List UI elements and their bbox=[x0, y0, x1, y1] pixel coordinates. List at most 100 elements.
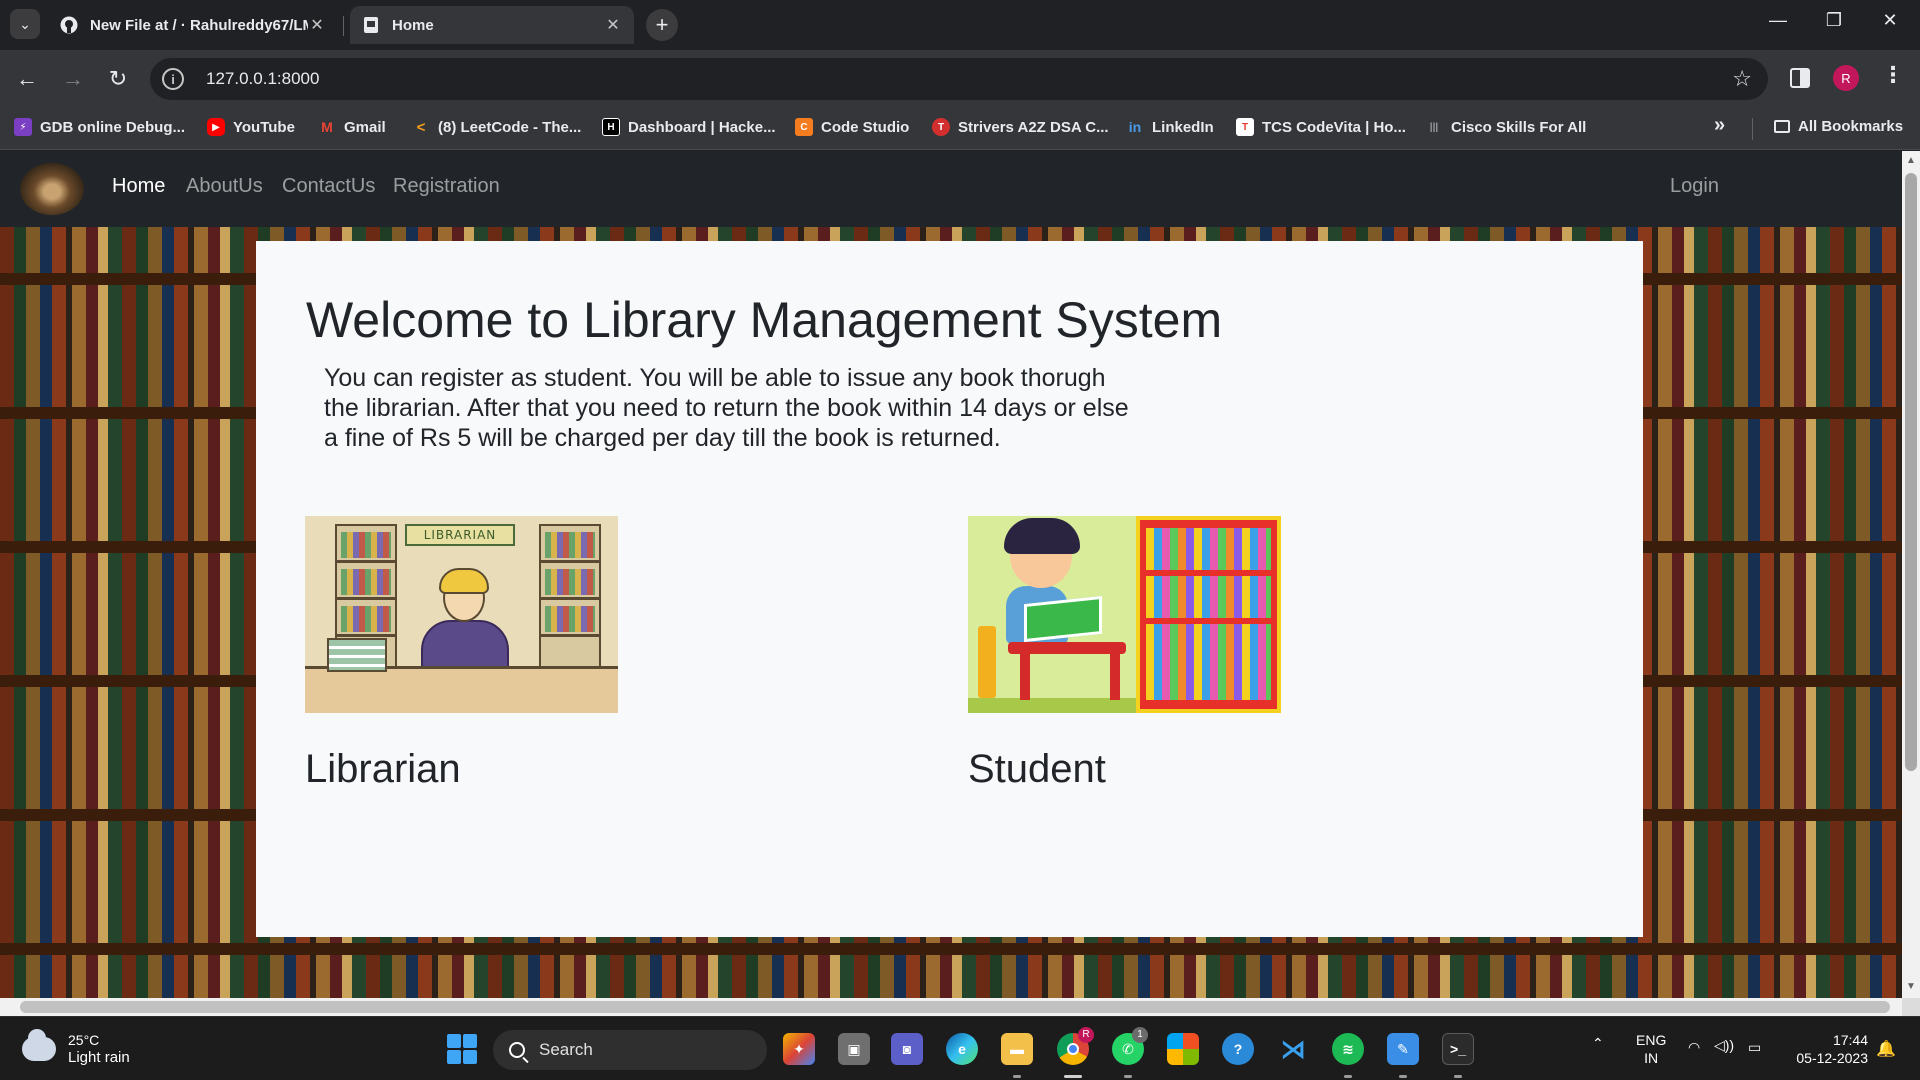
horizontal-scrollbar[interactable] bbox=[0, 998, 1902, 1016]
paint-icon[interactable]: ✎ bbox=[1387, 1033, 1419, 1065]
site-info-icon[interactable]: i bbox=[162, 68, 184, 90]
bookmark-hackerrank[interactable]: H Dashboard | Hacke... bbox=[602, 118, 776, 136]
bookmark-linkedin[interactable]: in LinkedIn bbox=[1126, 118, 1214, 136]
site-navbar: Home AboutUs ContactUs Registration Logi… bbox=[0, 151, 1902, 227]
close-tab-icon[interactable]: ✕ bbox=[604, 15, 622, 35]
bookmark-gmail[interactable]: M Gmail bbox=[318, 118, 386, 136]
reload-icon[interactable]: ↻ bbox=[103, 64, 133, 94]
battery-icon[interactable]: ▭ bbox=[1748, 1039, 1761, 1056]
address-bar[interactable]: i 127.0.0.1:8000 ☆ bbox=[150, 58, 1768, 100]
language-label: ENG bbox=[1636, 1032, 1667, 1048]
clock[interactable]: 17:44 05-12-2023 bbox=[1786, 1031, 1868, 1067]
nav-home[interactable]: Home bbox=[112, 175, 165, 198]
side-panel-icon[interactable] bbox=[1790, 68, 1810, 88]
tab-github[interactable]: New File at / · Rahulreddy67/LMS ✕ bbox=[48, 6, 344, 44]
codestudio-icon: C bbox=[795, 118, 813, 136]
task-view-icon[interactable]: ▣ bbox=[838, 1033, 870, 1065]
region-label: IN bbox=[1644, 1050, 1659, 1066]
running-indicator bbox=[1399, 1075, 1407, 1078]
file-explorer-icon[interactable]: ▬ bbox=[1001, 1033, 1033, 1065]
running-indicator bbox=[1013, 1075, 1021, 1078]
chevron-up-icon[interactable]: ⌃ bbox=[1592, 1035, 1604, 1052]
teams-chat-icon[interactable]: ◙ bbox=[891, 1033, 923, 1065]
microsoft-store-icon[interactable] bbox=[1167, 1033, 1199, 1065]
student-label[interactable]: Student bbox=[968, 747, 1281, 792]
intro-paragraph: You can register as student. You will be… bbox=[324, 364, 1129, 452]
spotify-icon[interactable]: ≋ bbox=[1332, 1033, 1364, 1065]
forward-arrow-icon[interactable]: → bbox=[58, 64, 88, 94]
librarian-label[interactable]: Librarian bbox=[305, 747, 618, 792]
nav-aboutus[interactable]: AboutUs bbox=[186, 175, 263, 198]
book-row bbox=[1146, 528, 1271, 570]
taskbar-search[interactable]: Search bbox=[493, 1030, 767, 1070]
windows-start-icon[interactable] bbox=[447, 1034, 477, 1064]
bookmark-label: GDB online Debug... bbox=[40, 118, 185, 136]
all-bookmarks[interactable]: All Bookmarks bbox=[1774, 118, 1903, 135]
bookmarks-overflow-icon[interactable]: » bbox=[1714, 114, 1725, 137]
vertical-scrollbar[interactable]: ▲ ▼ bbox=[1902, 151, 1920, 998]
profile-avatar[interactable]: R bbox=[1833, 65, 1859, 91]
close-tab-icon[interactable]: ✕ bbox=[308, 15, 326, 35]
cisco-icon: ||| bbox=[1429, 121, 1439, 133]
bookmark-youtube[interactable]: ▶ YouTube bbox=[207, 118, 295, 136]
scroll-thumb[interactable] bbox=[1905, 173, 1917, 771]
gdb-icon: ⚡ bbox=[14, 118, 32, 136]
scroll-down-icon[interactable]: ▼ bbox=[1906, 981, 1916, 992]
language-indicator[interactable]: ENG IN bbox=[1636, 1031, 1666, 1067]
notification-bell-icon[interactable]: 🔔 bbox=[1876, 1039, 1896, 1059]
book-row bbox=[341, 532, 391, 558]
librarian-card[interactable]: LIBRARIAN Librarian bbox=[305, 516, 618, 792]
scroll-thumb[interactable] bbox=[20, 1001, 1890, 1013]
tcs-icon: T bbox=[1236, 118, 1254, 136]
bookmark-label: (8) LeetCode - The... bbox=[438, 118, 582, 136]
bookmark-strivers[interactable]: T Strivers A2Z DSA C... bbox=[932, 118, 1109, 136]
tuf-icon: T bbox=[932, 118, 950, 136]
bookmark-divider bbox=[1752, 118, 1753, 140]
open-book bbox=[1024, 595, 1102, 643]
bookcase bbox=[1136, 516, 1281, 713]
copilot-icon[interactable]: ✦ bbox=[783, 1033, 815, 1065]
new-tab-button[interactable]: + bbox=[646, 9, 678, 41]
brand-logo[interactable] bbox=[20, 163, 84, 215]
welcome-card: Welcome to Library Management System You… bbox=[256, 241, 1643, 937]
chair bbox=[978, 626, 996, 698]
weather-widget[interactable]: 25°C Light rain bbox=[22, 1029, 130, 1067]
tab-search-chevron-icon[interactable]: ⌄ bbox=[10, 9, 40, 39]
librarian-figure bbox=[413, 568, 513, 674]
bookmark-gdb[interactable]: ⚡ GDB online Debug... bbox=[14, 118, 185, 136]
bookmark-tcs-codevita[interactable]: T TCS CodeVita | Ho... bbox=[1236, 118, 1406, 136]
bookmark-label: Dashboard | Hacke... bbox=[628, 118, 776, 136]
time-label: 17:44 bbox=[1832, 1032, 1868, 1048]
student-illustration[interactable] bbox=[968, 516, 1281, 713]
active-indicator bbox=[1064, 1075, 1082, 1078]
librarian-illustration[interactable]: LIBRARIAN bbox=[305, 516, 618, 713]
tab-home[interactable]: Home ✕ bbox=[350, 6, 634, 44]
wifi-icon[interactable]: ◠ bbox=[1688, 1039, 1700, 1056]
tab-title: Home bbox=[392, 16, 434, 34]
hackerrank-icon: H bbox=[602, 118, 620, 136]
terminal-icon[interactable]: >_ bbox=[1442, 1033, 1474, 1065]
student-card[interactable]: Student bbox=[968, 516, 1281, 792]
chrome-profile-badge: R bbox=[1078, 1027, 1094, 1043]
restore-icon[interactable]: ❐ bbox=[1814, 10, 1854, 31]
nav-contactus[interactable]: ContactUs bbox=[282, 175, 375, 198]
back-arrow-icon[interactable]: ← bbox=[12, 64, 42, 94]
chrome-center bbox=[1067, 1043, 1079, 1055]
vscode-icon[interactable]: ⋊ bbox=[1277, 1033, 1309, 1065]
bookmark-leetcode[interactable]: < (8) LeetCode - The... bbox=[412, 118, 582, 136]
minimize-icon[interactable]: — bbox=[1758, 10, 1798, 31]
menu-kebab-icon[interactable]: ⋮ bbox=[1882, 62, 1904, 88]
nav-registration[interactable]: Registration bbox=[393, 175, 500, 198]
bookmark-cisco[interactable]: ||| Cisco Skills For All bbox=[1425, 118, 1587, 136]
url-text[interactable]: 127.0.0.1:8000 bbox=[206, 69, 319, 89]
pinned-app-icon[interactable]: ? bbox=[1222, 1033, 1254, 1065]
volume-icon[interactable]: ◁)) bbox=[1714, 1037, 1734, 1054]
bookmark-codestudio[interactable]: C Code Studio bbox=[795, 118, 909, 136]
close-window-icon[interactable]: ✕ bbox=[1870, 10, 1910, 31]
book-row bbox=[1146, 624, 1271, 666]
weather-condition: Light rain bbox=[68, 1049, 130, 1066]
bookmark-star-icon[interactable]: ☆ bbox=[1732, 66, 1752, 92]
nav-login[interactable]: Login bbox=[1670, 175, 1719, 198]
edge-icon[interactable]: e bbox=[946, 1033, 978, 1065]
scroll-up-icon[interactable]: ▲ bbox=[1906, 155, 1916, 166]
